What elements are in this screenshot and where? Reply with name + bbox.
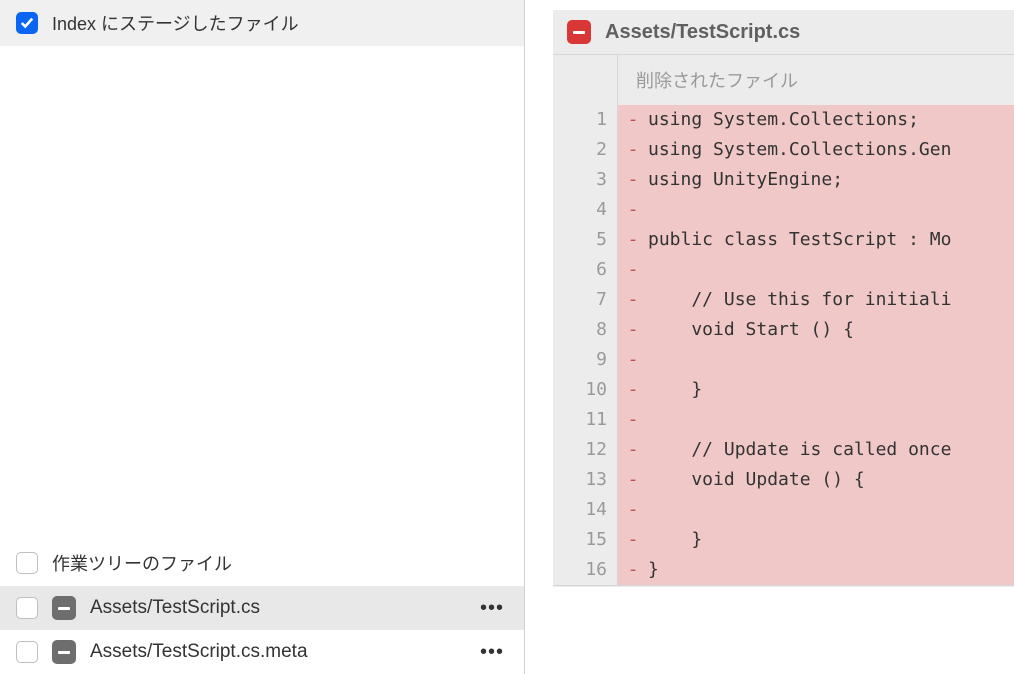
- diff-text: void Update () {: [648, 465, 865, 495]
- staged-section-header[interactable]: Index にステージしたファイル: [0, 0, 524, 46]
- staged-section-label: Index にステージしたファイル: [52, 10, 299, 36]
- diff-line[interactable]: - }: [618, 525, 1014, 555]
- diff-sign: -: [618, 465, 648, 495]
- diff-file-path: Assets/TestScript.cs: [605, 21, 800, 44]
- code-area[interactable]: -using System.Collections;-using System.…: [618, 105, 1014, 585]
- diff-line[interactable]: -: [618, 345, 1014, 375]
- line-number: 1: [553, 105, 607, 135]
- diff-text: }: [648, 555, 659, 585]
- diff-sign: -: [618, 315, 648, 345]
- gutter-spacer: [553, 55, 618, 105]
- minus-icon: [52, 596, 76, 620]
- diff-line[interactable]: -using UnityEngine;: [618, 165, 1014, 195]
- diff-line[interactable]: -: [618, 495, 1014, 525]
- diff-line[interactable]: -: [618, 255, 1014, 285]
- diff-text: using System.Collections.Gen: [648, 135, 951, 165]
- diff-line[interactable]: -using System.Collections.Gen: [618, 135, 1014, 165]
- file-path-label: Assets/TestScript.cs: [90, 597, 462, 619]
- diff-text: }: [648, 375, 702, 405]
- diff-text: }: [648, 525, 702, 555]
- right-panel: Assets/TestScript.cs 削除されたファイル 123456789…: [525, 0, 1014, 674]
- diff-sign: -: [618, 165, 648, 195]
- line-number: 4: [553, 195, 607, 225]
- line-number: 12: [553, 435, 607, 465]
- file-checkbox[interactable]: [16, 597, 38, 619]
- file-path-label: Assets/TestScript.cs.meta: [90, 641, 462, 663]
- diff-sign: -: [618, 375, 648, 405]
- diff-text: // Update is called once: [648, 435, 951, 465]
- minus-icon: [567, 20, 591, 44]
- diff-status-label: 削除されたファイル: [618, 55, 816, 105]
- line-number: 15: [553, 525, 607, 555]
- staged-empty-area: [0, 46, 524, 540]
- diff-sign: -: [618, 405, 648, 435]
- worktree-section-label: 作業ツリーのファイル: [52, 550, 232, 576]
- diff-terminator: [553, 585, 1014, 587]
- diff-line[interactable]: -public class TestScript : Mo: [618, 225, 1014, 255]
- line-number: 9: [553, 345, 607, 375]
- diff-sign: -: [618, 555, 648, 585]
- diff-line[interactable]: -: [618, 405, 1014, 435]
- file-actions-button[interactable]: •••: [476, 597, 508, 620]
- diff-sign: -: [618, 135, 648, 165]
- diff-body[interactable]: 12345678910111213141516 -using System.Co…: [553, 105, 1014, 585]
- diff-subheader: 削除されたファイル: [553, 54, 1014, 105]
- diff-file-header[interactable]: Assets/TestScript.cs: [553, 10, 1014, 54]
- line-number: 2: [553, 135, 607, 165]
- line-number: 13: [553, 465, 607, 495]
- diff-line[interactable]: -using System.Collections;: [618, 105, 1014, 135]
- diff-sign: -: [618, 345, 648, 375]
- diff-sign: -: [618, 285, 648, 315]
- line-number: 10: [553, 375, 607, 405]
- diff-text: // Use this for initiali: [648, 285, 951, 315]
- diff-sign: -: [618, 255, 648, 285]
- file-row[interactable]: Assets/TestScript.cs.meta •••: [0, 630, 524, 674]
- line-number: 5: [553, 225, 607, 255]
- line-number: 6: [553, 255, 607, 285]
- line-number: 11: [553, 405, 607, 435]
- diff-sign: -: [618, 525, 648, 555]
- line-number: 7: [553, 285, 607, 315]
- diff-line[interactable]: - // Use this for initiali: [618, 285, 1014, 315]
- diff-line[interactable]: - // Update is called once: [618, 435, 1014, 465]
- line-number: 14: [553, 495, 607, 525]
- diff-sign: -: [618, 105, 648, 135]
- app-root: Index にステージしたファイル 作業ツリーのファイル Assets/Test…: [0, 0, 1014, 674]
- line-number-gutter: 12345678910111213141516: [553, 105, 618, 585]
- file-checkbox[interactable]: [16, 641, 38, 663]
- diff-text: public class TestScript : Mo: [648, 225, 951, 255]
- file-row[interactable]: Assets/TestScript.cs •••: [0, 586, 524, 630]
- worktree-section-header[interactable]: 作業ツリーのファイル: [0, 540, 524, 586]
- diff-text: void Start () {: [648, 315, 854, 345]
- line-number: 3: [553, 165, 607, 195]
- diff-line[interactable]: -: [618, 195, 1014, 225]
- diff-sign: -: [618, 195, 648, 225]
- file-actions-button[interactable]: •••: [476, 641, 508, 664]
- minus-icon: [52, 640, 76, 664]
- diff-sign: -: [618, 495, 648, 525]
- diff-text: using System.Collections;: [648, 105, 919, 135]
- diff-text: using UnityEngine;: [648, 165, 843, 195]
- line-number: 16: [553, 555, 607, 585]
- diff-sign: -: [618, 225, 648, 255]
- line-number: 8: [553, 315, 607, 345]
- worktree-checkbox[interactable]: [16, 552, 38, 574]
- diff-line[interactable]: -}: [618, 555, 1014, 585]
- left-panel: Index にステージしたファイル 作業ツリーのファイル Assets/Test…: [0, 0, 525, 674]
- diff-line[interactable]: - void Update () {: [618, 465, 1014, 495]
- diff-line[interactable]: - }: [618, 375, 1014, 405]
- staged-checkbox[interactable]: [16, 12, 38, 34]
- diff-line[interactable]: - void Start () {: [618, 315, 1014, 345]
- diff-sign: -: [618, 435, 648, 465]
